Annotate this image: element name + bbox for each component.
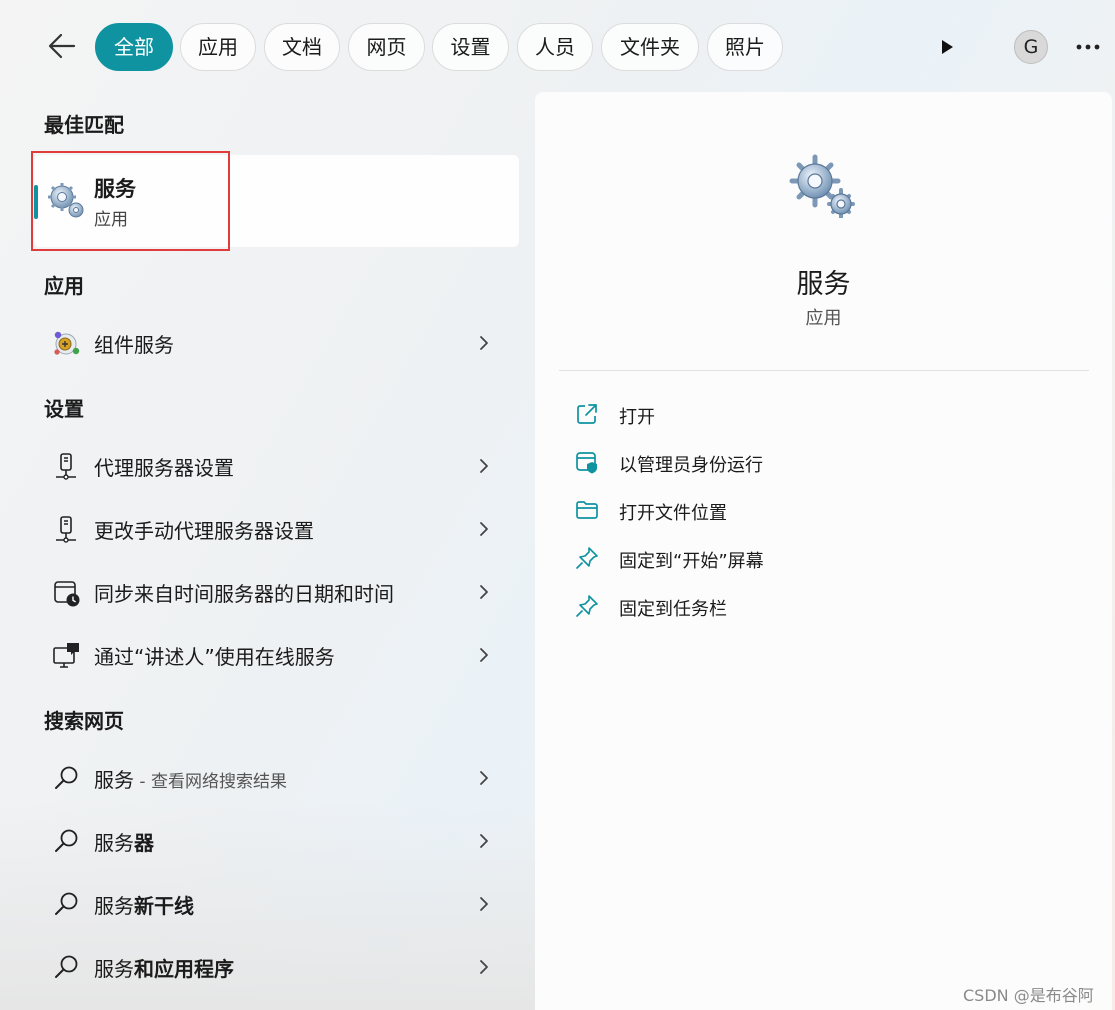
pin-icon	[576, 595, 598, 617]
settings-item-label: 代理服务器设置	[94, 456, 234, 480]
pin-icon	[576, 547, 598, 569]
action-open-file-location[interactable]: 打开文件位置	[565, 490, 965, 530]
web-query: 服务	[94, 831, 134, 855]
chevron-right-icon	[480, 522, 488, 536]
web-item-label: 服务和应用程序	[94, 953, 234, 982]
back-button[interactable]	[44, 30, 80, 62]
play-button[interactable]	[932, 30, 962, 64]
chevron-right-icon	[480, 834, 488, 848]
section-settings: 设置	[44, 397, 84, 421]
chip-people[interactable]: 人员	[517, 23, 593, 71]
web-hint: - 查看网络搜索结果	[134, 772, 287, 792]
action-label: 固定到“开始”屏幕	[619, 551, 764, 572]
action-pin-taskbar[interactable]: 固定到任务栏	[565, 586, 965, 626]
chevron-right-icon	[480, 459, 488, 473]
chip-web[interactable]: 网页	[348, 23, 425, 71]
best-match-card[interactable]: 服务 应用	[34, 155, 519, 247]
best-match-title: 服务	[94, 177, 136, 201]
gears-icon	[789, 154, 855, 218]
best-match-subtitle: 应用	[94, 210, 128, 230]
selection-indicator	[34, 185, 38, 219]
chip-documents[interactable]: 文档	[264, 23, 340, 71]
app-item-component-services[interactable]: 组件服务	[34, 315, 519, 371]
arrow-left-icon	[48, 33, 76, 59]
search-icon	[55, 766, 78, 789]
divider	[559, 370, 1089, 371]
search-icon	[55, 892, 78, 915]
chevron-right-icon	[480, 771, 488, 785]
detail-title: 服务	[796, 269, 851, 300]
settings-item-time-sync[interactable]: 同步来自时间服务器的日期和时间	[34, 564, 519, 620]
section-apps: 应用	[44, 274, 84, 298]
web-item[interactable]: 服务器	[34, 813, 519, 869]
search-icon	[55, 955, 78, 978]
proxy-icon	[56, 453, 76, 480]
chevron-right-icon	[480, 648, 488, 662]
web-item-label: 服务新干线	[94, 890, 194, 919]
folder-icon	[576, 501, 598, 519]
web-suggestion: 新干线	[134, 894, 194, 918]
chip-all[interactable]: 全部	[95, 23, 173, 71]
watermark: CSDN @是布谷阿	[963, 986, 1094, 1005]
chip-apps[interactable]: 应用	[180, 23, 256, 71]
proxy-icon	[56, 516, 76, 543]
web-suggestion: 和应用程序	[134, 957, 234, 981]
run-as-admin-icon	[576, 452, 597, 474]
settings-item-label: 更改手动代理服务器设置	[94, 519, 314, 543]
settings-item-narrator[interactable]: 通过“讲述人”使用在线服务	[34, 627, 519, 683]
action-run-as-admin[interactable]: 以管理员身份运行	[565, 442, 965, 482]
web-suggestion: 器	[134, 831, 154, 855]
app-item-label: 组件服务	[94, 333, 174, 357]
web-item[interactable]: 服务 - 查看网络搜索结果	[34, 750, 519, 806]
calendar-clock-icon	[54, 581, 80, 607]
web-item[interactable]: 服务和应用程序	[34, 939, 519, 995]
chip-photos[interactable]: 照片	[707, 23, 783, 71]
detail-panel: 服务 应用 打开 以管理员身份运行 打开文件位置 固定到“开始”屏幕 固定到任务…	[535, 92, 1112, 1010]
web-query: 服务	[94, 957, 134, 981]
web-query: 服务	[94, 894, 134, 918]
chip-folders[interactable]: 文件夹	[601, 23, 699, 71]
settings-item-manual-proxy[interactable]: 更改手动代理服务器设置	[34, 501, 519, 557]
settings-item-label: 同步来自时间服务器的日期和时间	[94, 582, 394, 606]
chevron-right-icon	[480, 897, 488, 911]
action-label: 固定到任务栏	[619, 599, 727, 620]
detail-subtitle: 应用	[805, 308, 842, 329]
settings-item-label: 通过“讲述人”使用在线服务	[94, 645, 335, 669]
web-item-label: 服务 - 查看网络搜索结果	[94, 764, 287, 793]
web-item[interactable]: 服务新干线	[34, 876, 519, 932]
chevron-right-icon	[480, 585, 488, 599]
component-services-icon	[54, 331, 80, 355]
action-label: 打开	[619, 407, 655, 428]
action-pin-start[interactable]: 固定到“开始”屏幕	[565, 538, 965, 578]
web-item-label: 服务器	[94, 827, 154, 856]
narrator-icon	[53, 643, 79, 668]
filter-bar: 全部 应用 文档 网页 设置 人员 文件夹 照片 G	[0, 0, 1115, 92]
section-web: 搜索网页	[44, 709, 124, 733]
action-label: 打开文件位置	[619, 503, 727, 524]
more-button[interactable]	[1072, 34, 1104, 60]
section-best-match: 最佳匹配	[44, 113, 124, 137]
gears-icon	[48, 183, 84, 218]
action-label: 以管理员身份运行	[619, 455, 763, 476]
more-icon	[1076, 44, 1100, 50]
play-icon	[942, 40, 953, 54]
open-external-icon	[577, 404, 597, 424]
avatar[interactable]: G	[1014, 30, 1048, 64]
web-query: 服务	[94, 768, 134, 792]
chevron-right-icon	[480, 336, 488, 350]
chip-settings[interactable]: 设置	[432, 23, 509, 71]
action-open[interactable]: 打开	[565, 394, 965, 434]
search-icon	[55, 829, 78, 852]
chevron-right-icon	[480, 960, 488, 974]
settings-item-proxy[interactable]: 代理服务器设置	[34, 438, 519, 494]
